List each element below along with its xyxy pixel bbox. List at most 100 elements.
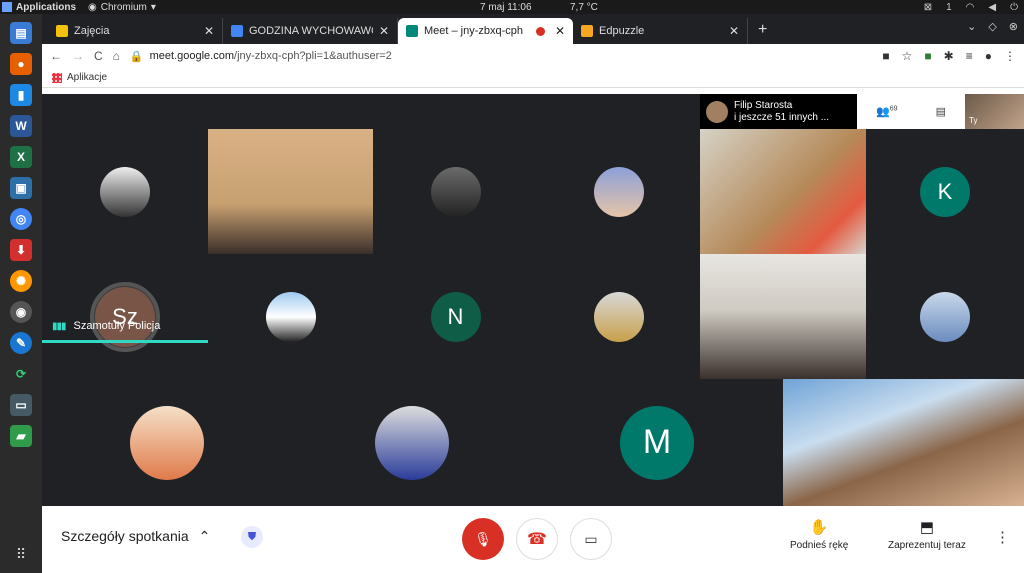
volume-icon[interactable]: ◀ [988, 2, 996, 13]
apps-grid-icon [52, 72, 62, 83]
workspace-indicator[interactable]: 1 [946, 2, 952, 13]
participant-video[interactable] [700, 254, 866, 379]
tab-edpuzzle[interactable]: Edpuzzle ✕ [573, 18, 748, 44]
presentation-icon[interactable]: ▣ [10, 177, 32, 199]
avatar [265, 291, 316, 342]
tab-godzina-wychowawcza[interactable]: GODZINA WYCHOWAWCZA✕ [223, 18, 398, 44]
hand-icon: ✋ [809, 519, 829, 536]
webcam-icon[interactable]: ◉ [10, 301, 32, 323]
classroom-icon [56, 25, 68, 37]
bookmark-apps[interactable]: Aplikacje [67, 72, 107, 83]
feather-icon[interactable]: ✎ [10, 332, 32, 354]
participant-tile[interactable] [373, 129, 538, 254]
participant-tile[interactable]: Sz [42, 254, 208, 379]
wifi-icon[interactable]: ◠ [966, 2, 975, 13]
participant-tile[interactable] [42, 379, 292, 506]
bookmarks-bar: Aplikacje [42, 68, 1024, 88]
avatar [430, 166, 481, 217]
browser-window: Zajęcia✕ GODZINA WYCHOWAWCZA✕ Meet – jny… [42, 14, 1024, 573]
document-icon[interactable]: ▮ [10, 84, 32, 106]
star-icon[interactable]: ☆ [902, 49, 913, 63]
tab-meet[interactable]: Meet – jny-zbxq-cph ✕ [398, 18, 573, 44]
participant-tile[interactable] [866, 254, 1024, 379]
camera-icon[interactable]: ■ [882, 49, 889, 63]
hang-up-icon: ☎ [527, 531, 547, 548]
address-bar[interactable]: 🔒 meet.google.com/jny-zbxq-cph?pli=1&auth… [130, 50, 872, 63]
app-grid-icon[interactable]: ⠿ [16, 546, 26, 563]
participant-video[interactable] [700, 129, 866, 254]
close-window-icon[interactable]: ⊗ [1009, 20, 1018, 33]
edpuzzle-icon [581, 25, 593, 37]
participant-tile[interactable]: K [866, 129, 1024, 254]
meet-icon [406, 25, 418, 37]
meet-bottom-bar: Szczegóły spotkania ⌃ ⛊ 🎙 ☎ ▭ ✋ Podnieś rę… [42, 506, 1024, 573]
presenter-badge[interactable]: Filip Starosta i jeszcze 51 innych ... [700, 94, 857, 129]
mic-off-button[interactable]: 🎙 [462, 518, 504, 560]
system-tray: ⊠ 1 ◠ ◀ ⏻ [924, 2, 1018, 13]
downloader-icon[interactable]: ⬇ [10, 239, 32, 261]
classroom-icon [231, 25, 243, 37]
new-tab-icon[interactable]: + [748, 21, 777, 44]
forward-icon[interactable]: → [72, 49, 84, 63]
weather[interactable]: 7,7 °C [570, 2, 598, 13]
participant-tile[interactable]: N [373, 254, 538, 379]
word-icon[interactable]: W [10, 115, 32, 137]
window-icon[interactable]: ▭ [10, 394, 32, 416]
maximize-icon[interactable]: ◇ [988, 20, 996, 33]
participant-tile[interactable] [292, 379, 532, 506]
avatar [920, 291, 970, 342]
files-icon[interactable]: ▤ [10, 22, 32, 44]
participant-tile[interactable] [538, 129, 700, 254]
present-screen-icon: ⬒ [919, 519, 934, 536]
clock[interactable]: 7 maj 11:06 [480, 2, 532, 13]
home-icon[interactable]: ⌂ [113, 49, 120, 63]
participant-video[interactable] [208, 129, 373, 254]
present-now-button[interactable]: ⬒ Zaprezentuj teraz [888, 518, 966, 551]
participant-tile[interactable] [538, 254, 700, 379]
meeting-details-button[interactable]: Szczegóły spotkania ⌃ [61, 528, 210, 545]
active-app-menu[interactable]: ◉ Chromium ▾ [88, 2, 156, 13]
back-icon[interactable]: ← [50, 49, 62, 63]
reload-icon[interactable]: C [94, 49, 103, 63]
close-icon[interactable]: ✕ [379, 24, 389, 38]
chat-icon[interactable]: ▤ [936, 105, 946, 118]
mic-off-icon: 🎙 [474, 530, 492, 547]
leave-call-button[interactable]: ☎ [516, 518, 558, 560]
audio-level-icon: ▮▮▮ [52, 320, 66, 332]
close-icon[interactable]: ✕ [729, 24, 739, 38]
raise-hand-button[interactable]: ✋ Podnieś rękę [790, 518, 848, 551]
kebab-menu-icon[interactable]: ⋮ [1004, 49, 1016, 63]
extensions: ■ ☆ ■ ✱ ≡ ● ⋮ [882, 49, 1016, 63]
more-options-icon[interactable]: ⋮ [995, 528, 1010, 546]
tab-search-icon[interactable]: ⌄ [967, 20, 976, 33]
folder-icon[interactable]: ▰ [10, 425, 32, 447]
download-extension-icon[interactable]: ■ [924, 49, 931, 63]
close-icon[interactable]: ✕ [204, 24, 214, 38]
excel-icon[interactable]: X [10, 146, 32, 168]
playlist-icon[interactable]: ≡ [966, 49, 973, 63]
profile-icon[interactable]: ● [985, 49, 992, 63]
app-dock: ▤ ● ▮ W X ▣ ◎ ⬇ ✺ ◉ ✎ ⟳ ▭ ▰ ⠿ [0, 14, 42, 573]
address-bar-row: ← → C ⌂ 🔒 meet.google.com/jny-zbxq-cph?pl… [42, 44, 1024, 68]
sync-icon[interactable]: ⟳ [10, 363, 32, 385]
participant-tile[interactable]: M [532, 379, 782, 506]
camera-button[interactable]: ▭ [570, 518, 612, 560]
orange-app-icon[interactable]: ✺ [10, 270, 32, 292]
chromium-icon: ◉ [88, 1, 97, 13]
chromium-dock-icon[interactable]: ◎ [10, 208, 32, 230]
host-controls-icon[interactable]: ⛊ [241, 526, 263, 548]
close-icon[interactable]: ✕ [555, 24, 565, 38]
applications-menu[interactable]: Applications [0, 2, 76, 13]
participant-video[interactable] [783, 379, 1024, 506]
participant-tile[interactable] [208, 254, 373, 379]
participants-button[interactable]: 👥69 [876, 105, 898, 118]
firefox-icon[interactable]: ● [10, 53, 32, 75]
power-icon[interactable]: ⏻ [1010, 2, 1018, 13]
chevron-down-icon: ▾ [150, 1, 156, 13]
speaker-name: ▮▮▮ Szamotuły Policja [52, 320, 161, 332]
tab-zajecia[interactable]: Zajęcia ✕ [48, 18, 223, 44]
screenshot-icon[interactable]: ⊠ [924, 2, 932, 13]
avatar: K [920, 166, 970, 217]
participant-tile[interactable] [42, 129, 208, 254]
puzzle-icon[interactable]: ✱ [944, 49, 954, 63]
